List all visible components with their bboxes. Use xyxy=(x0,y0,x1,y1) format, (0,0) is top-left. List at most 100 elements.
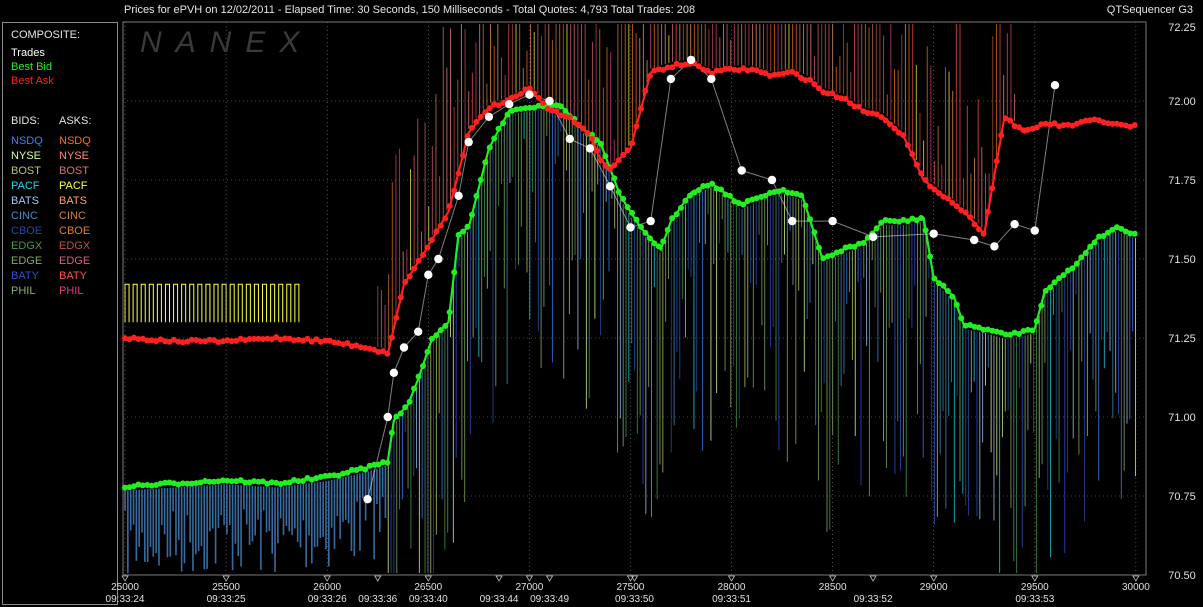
bid-point xyxy=(633,216,640,223)
x-tick-label: 26500 xyxy=(414,582,442,593)
price-chart: NANEX 72.25 72.00 71.75 71.50 71.25 71.00 70.7… xyxy=(106,21,1196,605)
ask-point xyxy=(580,125,587,132)
bid-point xyxy=(807,216,813,223)
bid-point xyxy=(1038,302,1045,309)
ask-point xyxy=(976,226,982,233)
ask-point xyxy=(944,195,951,202)
trade-point xyxy=(525,90,534,99)
bid-point xyxy=(557,103,564,110)
bid-point xyxy=(437,327,444,334)
trade-point xyxy=(767,175,777,185)
bid-point xyxy=(940,282,947,289)
bid-point xyxy=(815,244,822,251)
ask-point xyxy=(535,94,542,101)
ask-point xyxy=(1131,122,1138,129)
bid-point xyxy=(1051,279,1058,286)
ask-point xyxy=(397,294,404,301)
trade-point xyxy=(707,74,716,84)
bid-point xyxy=(611,175,618,182)
trade-point xyxy=(1050,81,1060,90)
ask-point xyxy=(909,151,916,158)
bid-point xyxy=(1047,284,1054,291)
x-tick-label: 28000 xyxy=(718,582,746,593)
bid-point xyxy=(1060,272,1067,279)
ask-point xyxy=(442,215,449,222)
ask-point xyxy=(473,118,480,125)
y-axis: 72.25 72.00 71.75 71.50 71.25 71.00 70.75 70.50 xyxy=(1168,22,1196,582)
ask-point xyxy=(993,158,1000,165)
x-tick-time: 09:33:40 xyxy=(409,594,448,605)
bid-point xyxy=(918,215,925,221)
ask-point xyxy=(455,170,462,177)
bid-point xyxy=(424,348,431,355)
x-tick-marker xyxy=(828,575,837,582)
ask-point xyxy=(486,105,493,112)
x-tick-marker xyxy=(121,575,129,582)
bid-point xyxy=(798,192,805,199)
ask-point xyxy=(953,203,960,210)
trade-point xyxy=(970,235,979,245)
trade-point xyxy=(399,343,409,352)
ask-point xyxy=(593,147,600,154)
x-tick-time: 09:33:49 xyxy=(530,594,569,605)
bid-point xyxy=(1078,254,1085,261)
bid-point xyxy=(682,197,689,204)
trade-point xyxy=(545,96,554,106)
trade-point xyxy=(929,229,938,238)
ask-point xyxy=(384,350,391,357)
ask-point xyxy=(611,162,618,169)
trade-point xyxy=(424,270,433,279)
x-tick-time: 09:33:51 xyxy=(712,594,751,605)
x-tick-label: 27500 xyxy=(617,582,645,593)
ask-point xyxy=(1007,117,1014,124)
bid-point xyxy=(642,229,649,236)
ask-point xyxy=(967,214,974,221)
bid-point xyxy=(873,225,880,232)
ask-point xyxy=(918,170,925,177)
bid-point xyxy=(673,211,680,218)
bid-point xyxy=(718,186,724,193)
bid-point xyxy=(495,125,502,132)
trade-point xyxy=(828,216,837,226)
ask-point xyxy=(540,100,547,107)
x-tick-label: 25000 xyxy=(111,582,139,593)
trade-point xyxy=(454,191,463,200)
bid-point xyxy=(420,363,426,369)
x-tick-time: 09:33:24 xyxy=(106,594,145,605)
trade-point xyxy=(363,495,372,504)
bid-point xyxy=(811,229,818,236)
ask-point xyxy=(900,132,907,139)
bid-point xyxy=(388,429,395,436)
ask-point xyxy=(433,228,440,235)
ask-point xyxy=(420,252,426,258)
watermark: NANEX xyxy=(140,26,313,59)
trade-point xyxy=(990,242,999,251)
trade-point xyxy=(788,216,797,226)
bid-point xyxy=(949,293,956,300)
ask-point xyxy=(642,87,649,94)
trade-point xyxy=(383,412,392,422)
trade-point xyxy=(389,368,399,377)
bid-point xyxy=(695,187,702,194)
bid-point xyxy=(597,140,604,147)
ask-point xyxy=(624,147,631,154)
bid-point xyxy=(1131,230,1138,237)
x-tick-marker xyxy=(930,575,938,582)
bid-point xyxy=(397,410,404,417)
ask-point xyxy=(984,208,991,215)
ask-point xyxy=(469,124,475,131)
x-tick-marker xyxy=(374,575,382,582)
y-tick-label: 72.00 xyxy=(1168,96,1196,108)
y-tick-label: 72.25 xyxy=(1168,22,1196,34)
ask-point xyxy=(460,152,467,159)
bid-point xyxy=(860,240,867,246)
x-tick-label: 25500 xyxy=(212,582,240,593)
bid-point xyxy=(442,323,449,329)
trade-point xyxy=(646,216,655,226)
x-tick-marker xyxy=(323,575,331,582)
bid-point xyxy=(838,248,845,255)
y-tick-label: 71.25 xyxy=(1168,333,1196,345)
bid-point xyxy=(678,204,684,211)
x-tick-label: 29500 xyxy=(1021,582,1049,593)
bid-point xyxy=(464,223,471,230)
